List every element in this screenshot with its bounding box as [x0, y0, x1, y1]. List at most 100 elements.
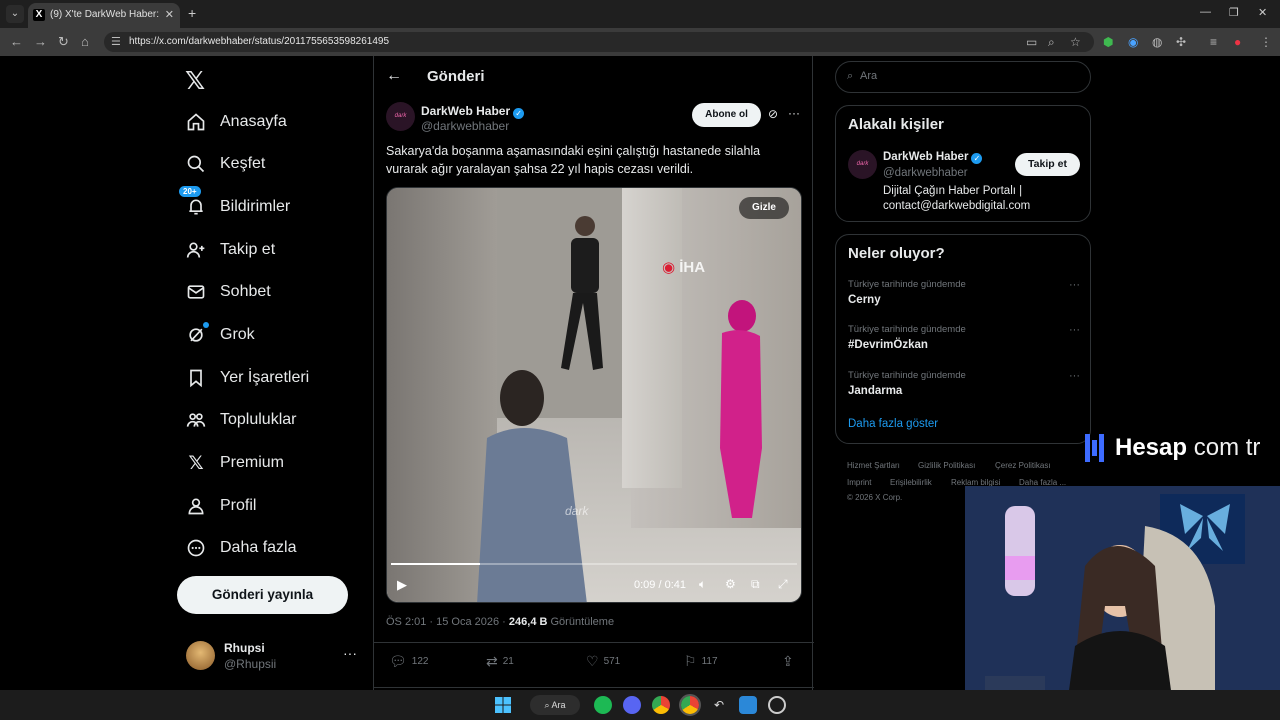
browser-tab[interactable]: X (9) X'te DarkWeb Haber: "Saka ✕ [28, 3, 180, 28]
trend-item[interactable]: Türkiye tarihinde gündemde Jandarma ··· [848, 370, 1080, 410]
verified-badge-icon: ✓ [971, 153, 983, 164]
subscribe-button[interactable]: Abone ol [692, 103, 761, 127]
repost-button[interactable]: ⇄ 21 [486, 653, 514, 670]
view-count: 246,4 B [508, 616, 548, 628]
chrome-icon[interactable] [652, 696, 670, 714]
footer-link[interactable]: Erişilebilirlik [890, 478, 932, 487]
reply-button[interactable]: 💬︎ 122 [389, 653, 428, 670]
more-icon[interactable]: ··· [1069, 370, 1080, 382]
new-tab-icon[interactable]: + [188, 5, 196, 21]
trend-item[interactable]: Türkiye tarihinde gündemde Cerny ··· [848, 279, 1080, 319]
extension-icon[interactable]: ◍ [1152, 35, 1162, 49]
show-more-link[interactable]: Daha fazla göster [848, 418, 938, 430]
nav-follow[interactable]: Takip et [185, 232, 275, 268]
discord-icon[interactable] [623, 696, 641, 714]
zoom-icon[interactable]: ⌕ [1048, 35, 1055, 50]
nav-grok[interactable]: Grok [185, 317, 255, 353]
nav-more[interactable]: Daha fazla [185, 530, 297, 566]
bookmark-button[interactable]: ⚐ 117 [684, 653, 718, 670]
related-name[interactable]: DarkWeb Haber ✓ [883, 151, 983, 164]
url-text: https://x.com/darkwebhaber/status/201175… [129, 36, 389, 47]
media-icon[interactable]: ≡ [1210, 35, 1217, 49]
nav-home[interactable]: Anasayfa [185, 104, 287, 140]
avatar[interactable]: dark [848, 150, 877, 179]
restore-icon[interactable]: ❐ [1229, 6, 1239, 19]
volume-icon[interactable]: 🔈︎ [699, 577, 706, 592]
windows-start-icon[interactable] [494, 696, 512, 714]
close-tab-icon[interactable]: ✕ [165, 8, 174, 21]
divider [374, 642, 814, 643]
address-bar[interactable]: ☰ https://x.com/darkwebhaber/status/2011… [104, 32, 1094, 52]
video-progress-bar[interactable] [391, 563, 797, 565]
more-icon[interactable]: ··· [1069, 324, 1080, 336]
back-arrow-icon[interactable]: ← [386, 67, 402, 85]
reload-icon[interactable]: ↻ [58, 34, 69, 50]
repost-count: 21 [502, 656, 514, 667]
home-browser-icon[interactable]: ⌂ [81, 34, 89, 49]
more-icon[interactable]: ··· [343, 645, 357, 661]
audio-extension-icon[interactable]: ◉ [1128, 35, 1138, 49]
photos-icon[interactable] [739, 696, 757, 714]
chrome-active-icon[interactable] [679, 694, 701, 716]
puzzle-icon[interactable]: ✣ [1176, 35, 1186, 49]
nav-label: Grok [220, 326, 255, 343]
more-icon[interactable]: ··· [1069, 279, 1080, 291]
post-text: Sakarya'da boşanma aşamasındaki eşini ça… [386, 144, 761, 176]
back-icon[interactable]: ← [10, 34, 23, 49]
nav-explore[interactable]: Keşfet [185, 146, 265, 182]
follow-button[interactable]: Takip et [1015, 153, 1080, 176]
footer-link[interactable]: Imprint [847, 478, 871, 487]
picture-in-picture-icon[interactable]: ⧉ [751, 577, 760, 592]
app-icon[interactable]: ↶ [710, 696, 728, 714]
nav-profile[interactable]: Profil [185, 488, 256, 524]
forward-icon[interactable]: → [34, 34, 47, 49]
post-button[interactable]: Gönderi yayınla [177, 576, 348, 614]
nav-notifications[interactable]: 20+ Bildirimler [179, 186, 290, 225]
related-people-card: Alakalı kişiler dark DarkWeb Haber ✓ @dar… [835, 105, 1091, 222]
site-info-icon[interactable]: ☰ [111, 35, 121, 48]
close-window-icon[interactable]: ✕ [1258, 6, 1267, 19]
account-switcher[interactable]: Rhupsi @Rhupsii ··· [186, 639, 361, 675]
x-logo-icon[interactable]: 𝕏 [185, 66, 205, 96]
nav-label: Takip et [220, 241, 276, 258]
star-icon[interactable]: ☆ [1070, 35, 1081, 49]
tab-list-button[interactable]: ⌄ [6, 5, 24, 23]
footer-link[interactable]: Gizlilik Politikası [918, 461, 975, 470]
minimize-icon[interactable]: — [1200, 6, 1211, 18]
search-box[interactable]: ⌕ [835, 61, 1091, 93]
video-player[interactable]: ◉ İHA dark Gizle ▶ 0:09 / 0:41 🔈︎ ⚙ ⧉ ⤢ [386, 187, 802, 603]
like-count: 571 [603, 656, 621, 667]
settings-icon[interactable]: ⚙ [725, 577, 736, 591]
nav-bookmarks[interactable]: Yer İşaretleri [185, 360, 309, 396]
nav-premium[interactable]: 𝕏 Premium [185, 445, 284, 481]
menu-icon[interactable]: ⋮ [1260, 35, 1272, 49]
taskbar-search[interactable]: ⌕ Ara [530, 695, 580, 715]
fullscreen-icon[interactable]: ⤢ [778, 577, 788, 592]
spotify-icon[interactable] [594, 696, 612, 714]
profile-icon[interactable]: ● [1234, 35, 1241, 49]
author-avatar[interactable]: dark [386, 102, 415, 131]
cast-icon[interactable]: ▭ [1026, 35, 1037, 49]
video-figure [720, 300, 762, 518]
video-progress-fill [391, 563, 481, 565]
shield-extension-icon[interactable]: ⬢ [1103, 35, 1113, 49]
footer-link[interactable]: Çerez Politikası [995, 461, 1051, 470]
more-icon[interactable]: ··· [788, 106, 800, 120]
hide-button[interactable]: Gizle [739, 197, 789, 219]
nav-chat[interactable]: Sohbet [185, 274, 271, 310]
heart-icon: ♡ [586, 653, 599, 669]
search-input[interactable] [860, 70, 1060, 82]
obs-icon[interactable] [768, 696, 786, 714]
video-figure [477, 370, 587, 602]
grok-explain-icon[interactable]: ⊘ [768, 107, 778, 121]
author-handle[interactable]: @darkwebhaber [421, 119, 509, 133]
play-icon[interactable]: ▶ [397, 577, 407, 593]
verified-badge-icon: ✓ [513, 108, 525, 119]
like-button[interactable]: ♡ 571 [586, 653, 620, 670]
profile-handle: @Rhupsii [224, 657, 277, 671]
footer-link[interactable]: Hizmet Şartları [847, 461, 900, 470]
share-button[interactable]: ⇪ [782, 653, 799, 670]
trend-item[interactable]: Türkiye tarihinde gündemde #DevrimÖzkan … [848, 324, 1080, 364]
author-name[interactable]: DarkWeb Haber ✓ [421, 104, 525, 119]
nav-communities[interactable]: Topluluklar [185, 402, 296, 438]
